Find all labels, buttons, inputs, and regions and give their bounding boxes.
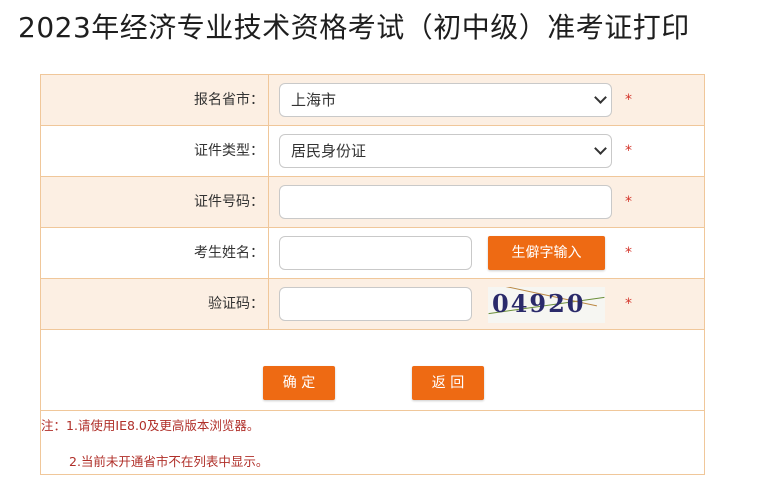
required-mark: *	[625, 296, 632, 312]
page-title: 2023年经济专业技术资格考试（初中级）准考证打印	[18, 11, 690, 44]
captcha-label: 验证码：	[208, 296, 264, 312]
divider	[268, 75, 269, 125]
row-province: 报名省市： 上海市 *	[41, 75, 704, 126]
candidate-name-input[interactable]	[279, 236, 472, 270]
province-select[interactable]: 上海市	[279, 83, 612, 117]
required-mark: *	[625, 92, 632, 108]
required-mark: *	[625, 245, 632, 261]
province-select-value: 上海市	[291, 91, 337, 109]
row-id-number: 证件号码： *	[41, 177, 704, 228]
candidate-name-label: 考生姓名：	[194, 245, 264, 261]
id-number-input[interactable]	[279, 185, 612, 219]
id-type-label: 证件类型：	[194, 143, 264, 159]
print-form: 报名省市： 上海市 * 证件类型： 居民身份证 * 证件号码： * 考生姓名： …	[40, 74, 705, 475]
note-province-list: 2.当前未开通省市不在列表中显示。	[69, 454, 269, 469]
required-mark: *	[625, 143, 632, 159]
divider	[268, 177, 269, 227]
divider	[268, 126, 269, 176]
captcha-input[interactable]	[279, 287, 472, 321]
row-candidate-name: 考生姓名： 生僻字输入 *	[41, 228, 704, 279]
captcha-image[interactable]: 04920	[488, 287, 605, 323]
chevron-down-icon	[594, 91, 607, 104]
id-type-select[interactable]: 居民身份证	[279, 134, 612, 168]
divider	[268, 228, 269, 278]
confirm-button[interactable]: 确 定	[263, 366, 335, 400]
required-mark: *	[625, 194, 632, 210]
chevron-down-icon	[594, 142, 607, 155]
divider	[268, 279, 269, 329]
button-area: 确 定 返 回	[41, 330, 704, 411]
rare-character-input-button[interactable]: 生僻字输入	[488, 236, 605, 270]
id-type-select-value: 居民身份证	[291, 142, 367, 160]
row-id-type: 证件类型： 居民身份证 *	[41, 126, 704, 177]
captcha-code: 04920	[492, 289, 586, 318]
row-captcha: 验证码： 04920 *	[41, 279, 704, 330]
id-number-label: 证件号码：	[194, 194, 264, 210]
province-label: 报名省市：	[194, 92, 264, 108]
note-browser: 注：1.请使用IE8.0及更高版本浏览器。	[41, 418, 260, 433]
back-button[interactable]: 返 回	[412, 366, 484, 400]
